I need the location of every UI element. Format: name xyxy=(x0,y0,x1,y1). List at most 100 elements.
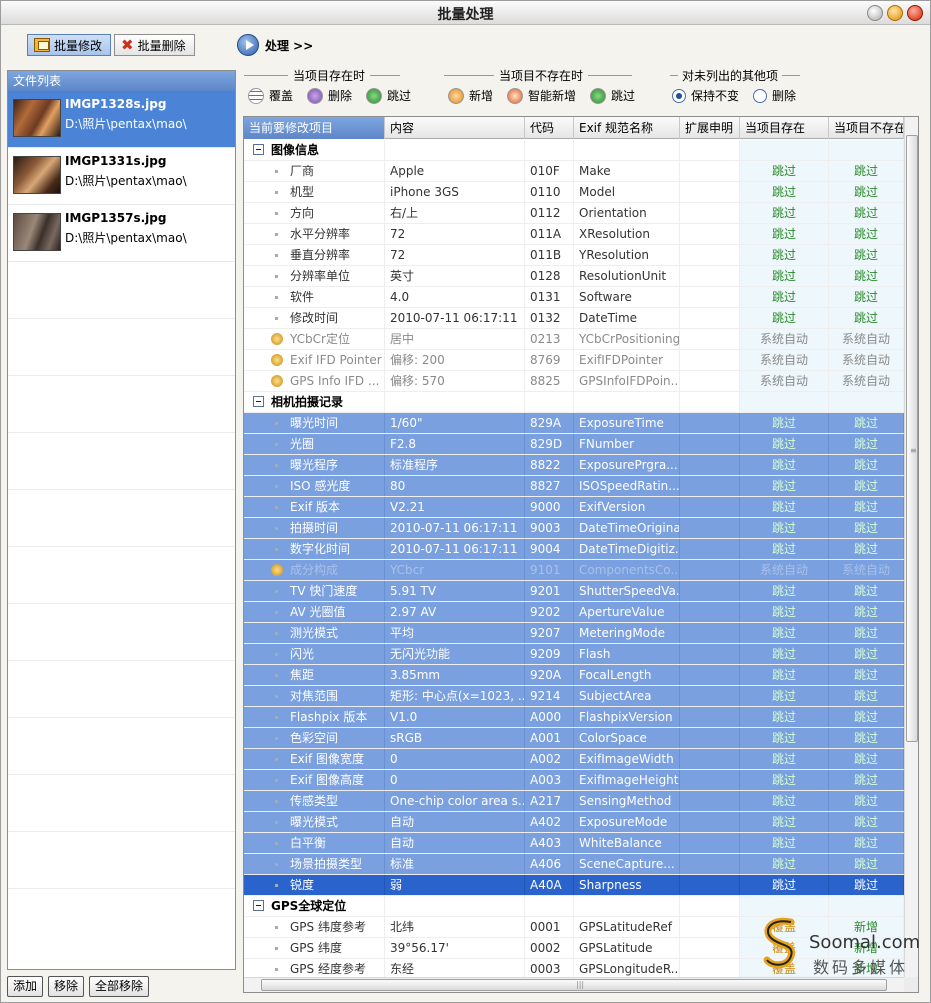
table-row[interactable]: 数字化时间 2010-07-11 06:17:11 9004 DateTimeDigi… xyxy=(244,539,904,560)
table-row[interactable]: AV 光圈值 2.97 AV 9202 ApertureValue 跳过 跳过 xyxy=(244,602,904,623)
cell-when-exists[interactable]: 跳过 xyxy=(740,518,829,538)
cell-content[interactable]: 2010-07-11 06:17:11 xyxy=(385,308,525,328)
cell-when-not-exists[interactable]: 跳过 xyxy=(829,728,904,748)
cell-when-exists[interactable]: 跳过 xyxy=(740,287,829,307)
table-row[interactable]: TV 快门速度 5.91 TV 9201 ShutterSpeedVa... 跳过 跳过 xyxy=(244,581,904,602)
cell-content[interactable]: 居中 xyxy=(385,329,525,349)
file-item[interactable]: IMGP1328s.jpg D:\照片\pentax\mao\ xyxy=(8,91,235,148)
cell-content[interactable]: V1.0 xyxy=(385,707,525,727)
cell-when-not-exists[interactable]: 跳过 xyxy=(829,413,904,433)
option-overwrite[interactable]: 覆盖 xyxy=(248,87,293,104)
cell-when-not-exists[interactable]: 跳过 xyxy=(829,476,904,496)
cell-when-not-exists[interactable]: 跳过 xyxy=(829,245,904,265)
radio-keep[interactable]: 保持不变 xyxy=(672,87,739,104)
cell-when-exists[interactable]: 跳过 xyxy=(740,812,829,832)
cell-when-exists[interactable]: 覆盖 xyxy=(740,938,829,958)
cell-content[interactable]: 无闪光功能 xyxy=(385,644,525,664)
cell-content[interactable]: 39°56.17' xyxy=(385,938,525,958)
option-skip-new[interactable]: 跳过 xyxy=(590,87,635,104)
collapse-icon[interactable] xyxy=(253,144,264,155)
cell-content[interactable]: 80 xyxy=(385,476,525,496)
table-row[interactable]: 软件 4.0 0131 Software 跳过 跳过 xyxy=(244,287,904,308)
file-item[interactable]: IMGP1331s.jpg D:\照片\pentax\mao\ xyxy=(8,148,235,205)
cell-when-not-exists[interactable]: 跳过 xyxy=(829,497,904,517)
table-row[interactable]: ISO 感光度 80 8827 ISOSpeedRatin... 跳过 跳过 xyxy=(244,476,904,497)
cell-when-not-exists[interactable]: 新增 xyxy=(829,959,904,979)
cell-when-exists[interactable]: 跳过 xyxy=(740,497,829,517)
cell-when-not-exists[interactable]: 跳过 xyxy=(829,623,904,643)
cell-content[interactable]: 3.85mm xyxy=(385,665,525,685)
table-row[interactable]: Exif IFD Pointer 偏移: 200 8769 ExifIFDPointe… xyxy=(244,350,904,371)
cell-when-not-exists[interactable]: 跳过 xyxy=(829,749,904,769)
cell-when-not-exists[interactable]: 跳过 xyxy=(829,686,904,706)
cell-when-exists[interactable]: 覆盖 xyxy=(740,959,829,979)
cell-when-not-exists[interactable]: 跳过 xyxy=(829,203,904,223)
cell-when-exists[interactable]: 跳过 xyxy=(740,644,829,664)
table-row[interactable]: GPS Info IFD ... 偏移: 570 8825 GPSInfoIFDPoi… xyxy=(244,371,904,392)
cell-content[interactable]: 右/上 xyxy=(385,203,525,223)
radio-delete-others[interactable]: 删除 xyxy=(753,87,796,104)
table-row[interactable]: 场景拍摄类型 标准 A406 SceneCapture... 跳过 跳过 xyxy=(244,854,904,875)
cell-content[interactable]: 2.97 AV xyxy=(385,602,525,622)
cell-when-not-exists[interactable]: 跳过 xyxy=(829,707,904,727)
cell-content[interactable]: 自动 xyxy=(385,833,525,853)
cell-when-not-exists[interactable]: 跳过 xyxy=(829,518,904,538)
add-button[interactable]: 添加 xyxy=(7,976,44,997)
cell-when-not-exists[interactable]: 跳过 xyxy=(829,287,904,307)
cell-when-not-exists[interactable]: 跳过 xyxy=(829,602,904,622)
cell-when-not-exists[interactable]: 新增 xyxy=(829,917,904,937)
cell-when-exists[interactable]: 跳过 xyxy=(740,749,829,769)
cell-when-not-exists[interactable]: 新增 xyxy=(829,938,904,958)
cell-when-exists[interactable]: 跳过 xyxy=(740,770,829,790)
cell-content[interactable]: 1/60" xyxy=(385,413,525,433)
minimize-button[interactable] xyxy=(867,5,883,21)
cell-when-not-exists[interactable]: 系统自动 xyxy=(829,350,904,370)
table-row[interactable]: 白平衡 自动 A403 WhiteBalance 跳过 跳过 xyxy=(244,833,904,854)
cell-when-exists[interactable]: 跳过 xyxy=(740,581,829,601)
cell-when-not-exists[interactable]: 跳过 xyxy=(829,644,904,664)
table-row[interactable]: 焦距 3.85mm 920A FocalLength 跳过 跳过 xyxy=(244,665,904,686)
cell-when-exists[interactable]: 跳过 xyxy=(740,455,829,475)
cell-when-exists[interactable]: 跳过 xyxy=(740,707,829,727)
table-row[interactable]: 方向 右/上 0112 Orientation 跳过 跳过 xyxy=(244,203,904,224)
cell-content[interactable]: V2.21 xyxy=(385,497,525,517)
cell-when-not-exists[interactable]: 跳过 xyxy=(829,182,904,202)
cell-when-exists[interactable]: 跳过 xyxy=(740,665,829,685)
cell-when-exists[interactable]: 跳过 xyxy=(740,308,829,328)
remove-all-button[interactable]: 全部移除 xyxy=(89,976,150,997)
cell-when-not-exists[interactable]: 跳过 xyxy=(829,854,904,874)
table-row[interactable]: Exif 图像宽度 0 A002 ExifImageWidth 跳过 跳过 xyxy=(244,749,904,770)
table-row[interactable]: 厂商 Apple 010F Make 跳过 跳过 xyxy=(244,161,904,182)
table-row[interactable]: 机型 iPhone 3GS 0110 Model 跳过 跳过 xyxy=(244,182,904,203)
cell-when-exists[interactable]: 跳过 xyxy=(740,266,829,286)
group-row[interactable]: 相机拍摄记录 xyxy=(244,392,904,413)
cell-when-not-exists[interactable]: 跳过 xyxy=(829,308,904,328)
cell-content[interactable]: Apple xyxy=(385,161,525,181)
cell-when-exists[interactable]: 系统自动 xyxy=(740,371,829,391)
table-row[interactable]: 曝光时间 1/60" 829A ExposureTime 跳过 跳过 xyxy=(244,413,904,434)
cell-content[interactable]: 北纬 xyxy=(385,917,525,937)
table-row[interactable]: 垂直分辨率 72 011B YResolution 跳过 跳过 xyxy=(244,245,904,266)
table-row[interactable]: 水平分辨率 72 011A XResolution 跳过 跳过 xyxy=(244,224,904,245)
table-row[interactable]: 分辨率单位 英寸 0128 ResolutionUnit 跳过 跳过 xyxy=(244,266,904,287)
cell-when-exists[interactable]: 跳过 xyxy=(740,833,829,853)
cell-when-not-exists[interactable]: 跳过 xyxy=(829,266,904,286)
table-row[interactable]: 传感类型 One-chip color area s... A217 SensingM… xyxy=(244,791,904,812)
table-row[interactable]: 锐度弱 A40A Sharpness 跳过 跳过 xyxy=(244,875,904,896)
close-button[interactable] xyxy=(907,5,923,21)
table-row[interactable]: Flashpix 版本 V1.0 A000 FlashpixVersion 跳过 跳过 xyxy=(244,707,904,728)
col-header[interactable]: 当项目存在 xyxy=(740,117,829,139)
collapse-icon[interactable] xyxy=(253,396,264,407)
cell-when-exists[interactable]: 系统自动 xyxy=(740,560,829,580)
cell-content[interactable]: 英寸 xyxy=(385,266,525,286)
cell-content[interactable]: 偏移: 570 xyxy=(385,371,525,391)
cell-when-exists[interactable]: 跳过 xyxy=(740,182,829,202)
tab-batch-delete[interactable]: ✖ 批量删除 xyxy=(114,34,195,56)
cell-when-exists[interactable]: 跳过 xyxy=(740,623,829,643)
cell-when-exists[interactable]: 系统自动 xyxy=(740,350,829,370)
maximize-button[interactable] xyxy=(887,5,903,21)
cell-when-not-exists[interactable]: 跳过 xyxy=(829,161,904,181)
collapse-icon[interactable] xyxy=(253,900,264,911)
cell-when-not-exists[interactable]: 跳过 xyxy=(829,581,904,601)
horizontal-scrollbar[interactable]: ||| xyxy=(244,977,904,992)
